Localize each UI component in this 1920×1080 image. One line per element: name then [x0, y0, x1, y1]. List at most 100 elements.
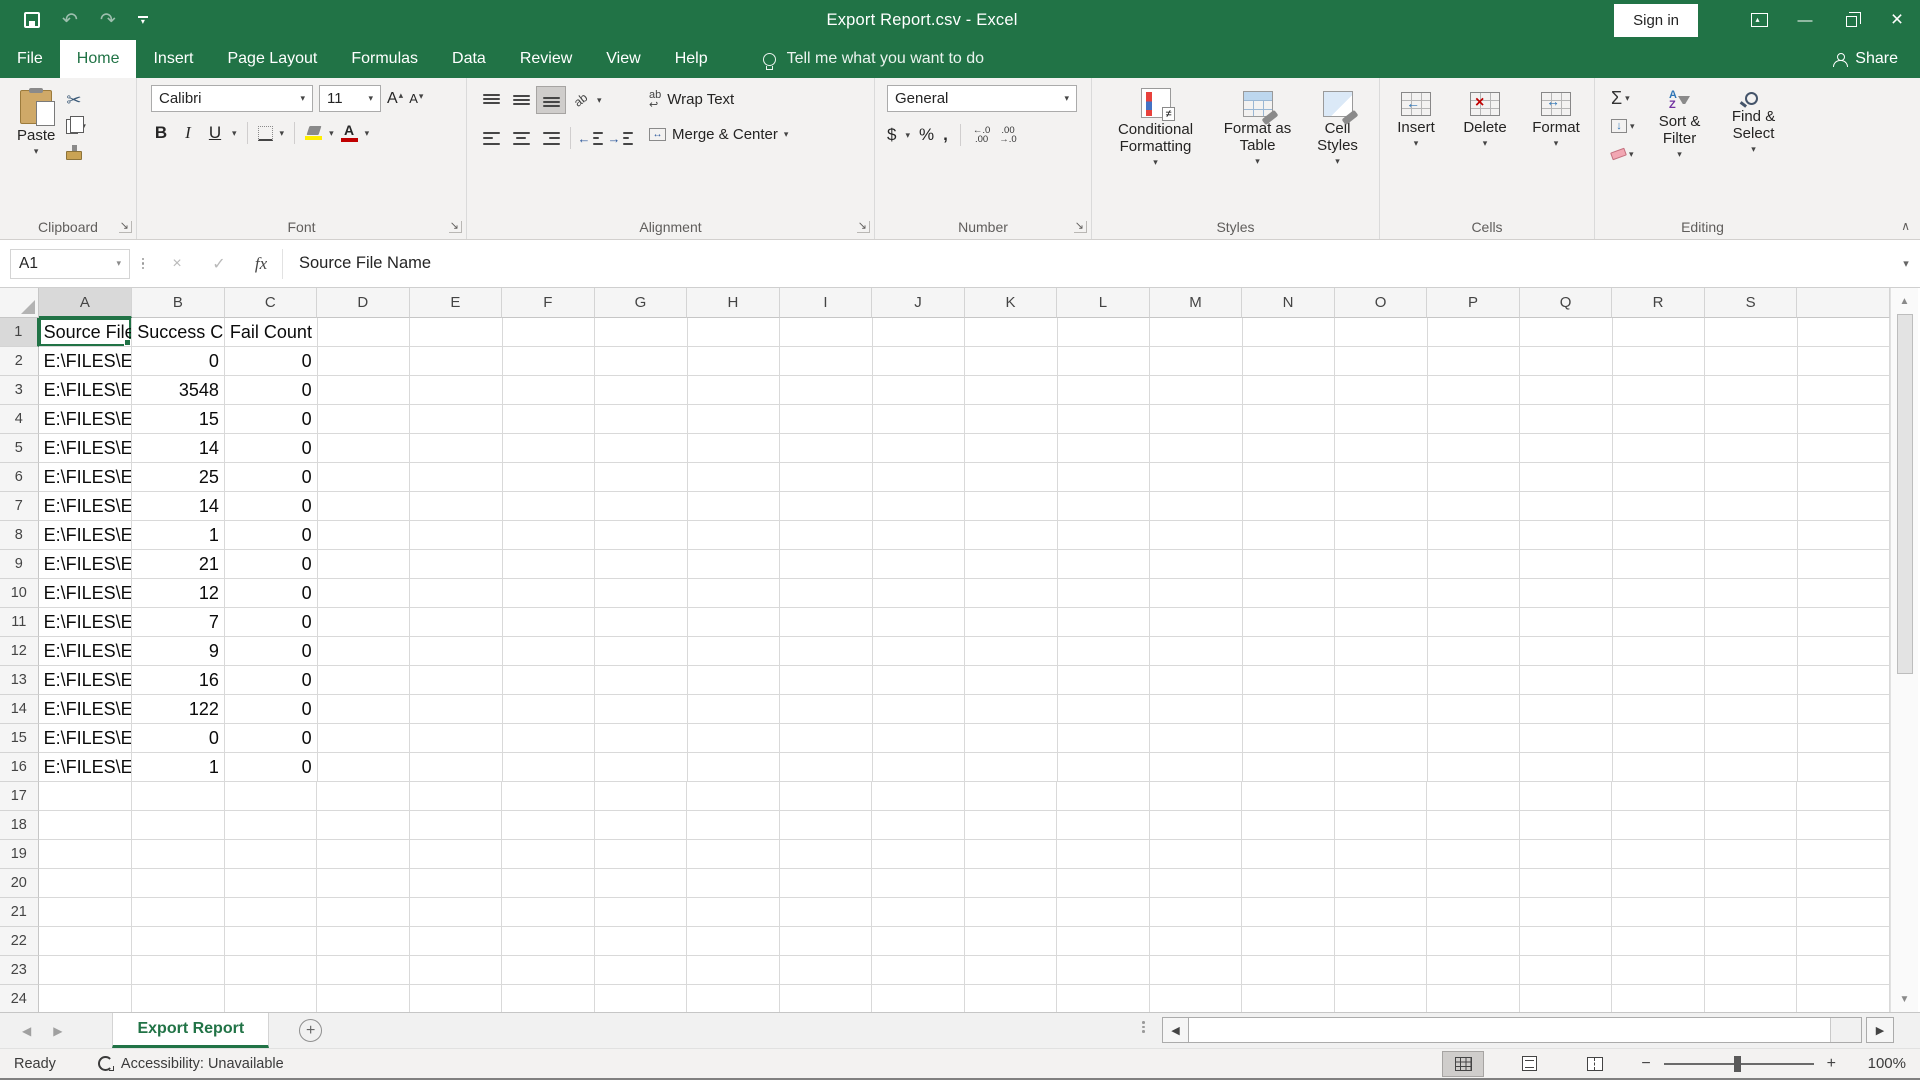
cell-K17[interactable]: [965, 782, 1058, 811]
cell-B14[interactable]: 122: [132, 695, 225, 724]
cell-D9[interactable]: [318, 550, 411, 579]
cell-N6[interactable]: [1243, 463, 1336, 492]
cell-F15[interactable]: [503, 724, 596, 753]
cell-M13[interactable]: [1150, 666, 1243, 695]
cell-K4[interactable]: [965, 405, 1058, 434]
cell-N5[interactable]: [1243, 434, 1336, 463]
cell-H14[interactable]: [688, 695, 781, 724]
cell-Q11[interactable]: [1520, 608, 1613, 637]
cell-C21[interactable]: [225, 898, 318, 927]
cell-E13[interactable]: [410, 666, 503, 695]
cell-K22[interactable]: [965, 927, 1058, 956]
tab-scroll-splitter[interactable]: [1142, 1021, 1145, 1033]
cell-A6[interactable]: E:\FILES\E: [39, 463, 133, 492]
cell-P2[interactable]: [1428, 347, 1521, 376]
cell-N24[interactable]: [1242, 985, 1335, 1012]
normal-view-button[interactable]: [1443, 1052, 1483, 1076]
cell-Q10[interactable]: [1520, 579, 1613, 608]
cell-H18[interactable]: [687, 811, 780, 840]
row-header-14[interactable]: 14: [0, 695, 39, 724]
cell-E7[interactable]: [410, 492, 503, 521]
cell-P8[interactable]: [1428, 521, 1521, 550]
row-header-16[interactable]: 16: [0, 753, 39, 782]
cell-Q2[interactable]: [1520, 347, 1613, 376]
cell-E23[interactable]: [410, 956, 503, 985]
cell-P12[interactable]: [1428, 637, 1521, 666]
cell-T1[interactable]: [1798, 318, 1890, 347]
cell-H10[interactable]: [688, 579, 781, 608]
cell-D7[interactable]: [318, 492, 411, 521]
cell-F23[interactable]: [502, 956, 595, 985]
cell-K8[interactable]: [965, 521, 1058, 550]
cell-M1[interactable]: [1150, 318, 1243, 347]
cell-T10[interactable]: [1798, 579, 1890, 608]
cell-H3[interactable]: [688, 376, 781, 405]
horizontal-scroll-thumb[interactable]: [1189, 1018, 1831, 1042]
tab-home[interactable]: Home: [60, 40, 137, 78]
cell-P4[interactable]: [1428, 405, 1521, 434]
cell-Q5[interactable]: [1520, 434, 1613, 463]
cell-S18[interactable]: [1705, 811, 1798, 840]
close-button[interactable]: ×: [1874, 0, 1920, 40]
cell-C10[interactable]: 0: [225, 579, 318, 608]
fill-button[interactable]: ↓▾: [1607, 113, 1639, 139]
row-header-4[interactable]: 4: [0, 405, 39, 434]
cell-O3[interactable]: [1335, 376, 1428, 405]
cell-S17[interactable]: [1705, 782, 1798, 811]
cell-N17[interactable]: [1242, 782, 1335, 811]
column-header-N[interactable]: N: [1242, 288, 1335, 318]
cell-G8[interactable]: [595, 521, 688, 550]
cell-B9[interactable]: 21: [132, 550, 225, 579]
cell-M15[interactable]: [1150, 724, 1243, 753]
cell-K12[interactable]: [965, 637, 1058, 666]
row-header-20[interactable]: 20: [0, 869, 39, 898]
cell-A5[interactable]: E:\FILES\E: [39, 434, 133, 463]
row-header-7[interactable]: 7: [0, 492, 39, 521]
cell-O6[interactable]: [1335, 463, 1428, 492]
cell-K2[interactable]: [965, 347, 1058, 376]
cell-R21[interactable]: [1612, 898, 1705, 927]
align-center-button[interactable]: [507, 125, 535, 151]
cell-I1[interactable]: [780, 318, 873, 347]
cell-G7[interactable]: [595, 492, 688, 521]
cell-J8[interactable]: [873, 521, 966, 550]
cell-J9[interactable]: [873, 550, 966, 579]
cell-T14[interactable]: [1798, 695, 1890, 724]
cell-R24[interactable]: [1612, 985, 1705, 1012]
cell-C6[interactable]: 0: [225, 463, 318, 492]
cell-R16[interactable]: [1613, 753, 1706, 782]
cell-F6[interactable]: [503, 463, 596, 492]
cell-E1[interactable]: [410, 318, 503, 347]
cell-B2[interactable]: 0: [132, 347, 225, 376]
cell-L22[interactable]: [1057, 927, 1150, 956]
cell-M2[interactable]: [1150, 347, 1243, 376]
cell-S23[interactable]: [1705, 956, 1798, 985]
cell-K23[interactable]: [965, 956, 1058, 985]
cell-C13[interactable]: 0: [225, 666, 318, 695]
cell-M12[interactable]: [1150, 637, 1243, 666]
underline-button[interactable]: U: [205, 123, 225, 143]
cell-P18[interactable]: [1427, 811, 1520, 840]
cell-L18[interactable]: [1057, 811, 1150, 840]
cell-B20[interactable]: [132, 869, 225, 898]
cell-R5[interactable]: [1613, 434, 1706, 463]
cell-A3[interactable]: E:\FILES\E: [39, 376, 133, 405]
cell-P7[interactable]: [1428, 492, 1521, 521]
cell-R11[interactable]: [1613, 608, 1706, 637]
cell-R10[interactable]: [1613, 579, 1706, 608]
cell-I22[interactable]: [780, 927, 873, 956]
page-break-view-button[interactable]: [1575, 1052, 1615, 1076]
cell-B7[interactable]: 14: [132, 492, 225, 521]
cell-M10[interactable]: [1150, 579, 1243, 608]
cell-Q16[interactable]: [1520, 753, 1613, 782]
cell-Q12[interactable]: [1520, 637, 1613, 666]
scroll-right-button[interactable]: ▶: [1866, 1017, 1894, 1043]
cell-N20[interactable]: [1242, 869, 1335, 898]
font-color-dropdown[interactable]: ▾: [365, 129, 370, 138]
column-header-P[interactable]: P: [1427, 288, 1520, 318]
cell-J7[interactable]: [873, 492, 966, 521]
cell-Q3[interactable]: [1520, 376, 1613, 405]
column-header-partial[interactable]: [1797, 288, 1890, 318]
horizontal-scrollbar[interactable]: ◀: [1162, 1017, 1862, 1043]
cell-E3[interactable]: [410, 376, 503, 405]
